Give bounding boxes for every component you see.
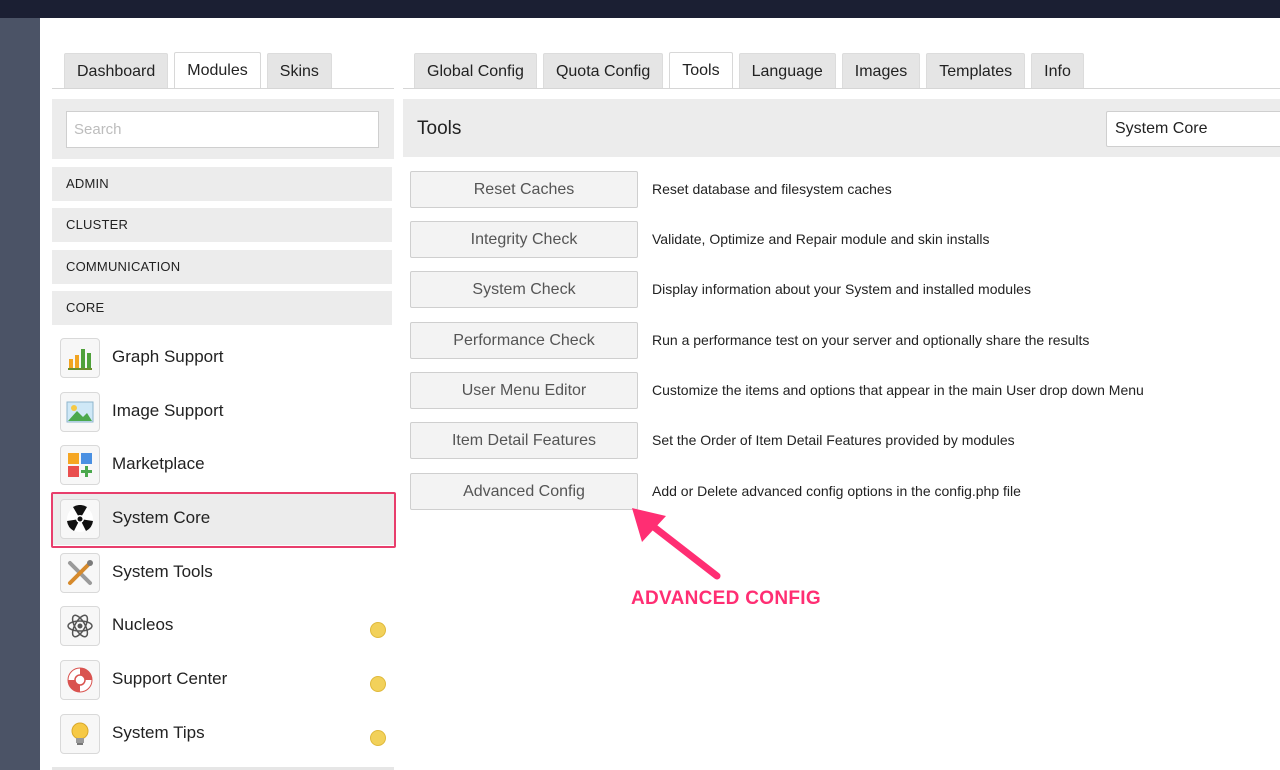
tool-description: Display information about your System an… xyxy=(652,281,1031,297)
category-cluster[interactable]: CLUSTER xyxy=(52,208,392,242)
tab-language[interactable]: Language xyxy=(738,53,836,89)
module-label: Image Support xyxy=(112,401,224,420)
module-label: Support Center xyxy=(112,669,228,688)
tab-modules[interactable]: Modules xyxy=(174,52,261,89)
advanced-config-button[interactable]: Advanced Config xyxy=(410,473,638,510)
tool-description: Add or Delete advanced config options in… xyxy=(652,483,1021,499)
tools-icon xyxy=(60,553,100,593)
module-label: Graph Support xyxy=(112,347,224,366)
module-label: Marketplace xyxy=(112,454,205,473)
tab-global-config[interactable]: Global Config xyxy=(414,53,537,89)
status-badge xyxy=(370,730,386,746)
category-communication[interactable]: COMMUNICATION xyxy=(52,250,392,284)
tab-skins[interactable]: Skins xyxy=(266,53,332,89)
top-bar xyxy=(0,0,1280,18)
lifebuoy-icon xyxy=(60,660,100,700)
user-menu-editor-button[interactable]: User Menu Editor xyxy=(410,372,638,409)
page-title: Tools xyxy=(417,118,462,139)
tool-description: Customize the items and options that app… xyxy=(652,382,1144,398)
lightbulb-icon xyxy=(60,714,100,754)
system-check-button[interactable]: System Check xyxy=(410,271,638,308)
right-tabbar: Global Config Quota Config Tools Languag… xyxy=(414,52,1090,89)
tab-dashboard[interactable]: Dashboard xyxy=(64,53,169,89)
tool-description: Reset database and filesystem caches xyxy=(652,181,892,197)
tool-description: Run a performance test on your server an… xyxy=(652,332,1090,348)
left-tabbar: Dashboard Modules Skins xyxy=(64,52,338,89)
tab-templates[interactable]: Templates xyxy=(926,53,1026,89)
module-graph-support[interactable]: Graph Support xyxy=(52,332,394,384)
image-icon xyxy=(60,392,100,432)
module-support-center[interactable]: Support Center xyxy=(52,654,394,706)
left-rail xyxy=(0,18,40,770)
bar-chart-icon xyxy=(60,338,100,378)
tab-quota-config[interactable]: Quota Config xyxy=(542,53,664,89)
item-detail-features-button[interactable]: Item Detail Features xyxy=(410,422,638,459)
atom-icon xyxy=(60,606,100,646)
module-label: Nucleos xyxy=(112,615,174,634)
status-badge xyxy=(370,622,386,638)
module-marketplace[interactable]: Marketplace xyxy=(52,439,394,491)
search-input[interactable] xyxy=(66,111,379,148)
integrity-check-button[interactable]: Integrity Check xyxy=(410,221,638,258)
module-system-tips[interactable]: System Tips xyxy=(52,708,394,760)
tab-tools[interactable]: Tools xyxy=(669,52,733,89)
annotation-arrow-icon xyxy=(632,508,721,580)
category-core[interactable]: CORE xyxy=(52,291,392,325)
tab-info[interactable]: Info xyxy=(1031,53,1084,89)
module-label: System Tools xyxy=(112,562,213,581)
performance-check-button[interactable]: Performance Check xyxy=(410,322,638,359)
marketplace-icon xyxy=(60,445,100,485)
module-image-support[interactable]: Image Support xyxy=(52,386,394,438)
reset-caches-button[interactable]: Reset Caches xyxy=(410,171,638,208)
annotation-label: ADVANCED CONFIG xyxy=(631,588,821,609)
module-label: System Tips xyxy=(112,723,205,742)
status-badge xyxy=(370,676,386,692)
tab-images[interactable]: Images xyxy=(841,53,921,89)
tool-description: Validate, Optimize and Repair module and… xyxy=(652,231,990,247)
left-tab-divider xyxy=(52,88,394,89)
module-system-tools[interactable]: System Tools xyxy=(52,547,394,599)
module-search-panel xyxy=(52,99,394,159)
category-admin[interactable]: ADMIN xyxy=(52,167,392,201)
right-tab-divider xyxy=(403,88,1280,89)
tool-description: Set the Order of Item Detail Features pr… xyxy=(652,432,1015,448)
tools-header: Tools System Core xyxy=(403,99,1280,157)
selected-module-highlight xyxy=(51,492,396,548)
module-select[interactable]: System Core xyxy=(1106,111,1280,147)
module-nucleos[interactable]: Nucleos xyxy=(52,600,394,652)
